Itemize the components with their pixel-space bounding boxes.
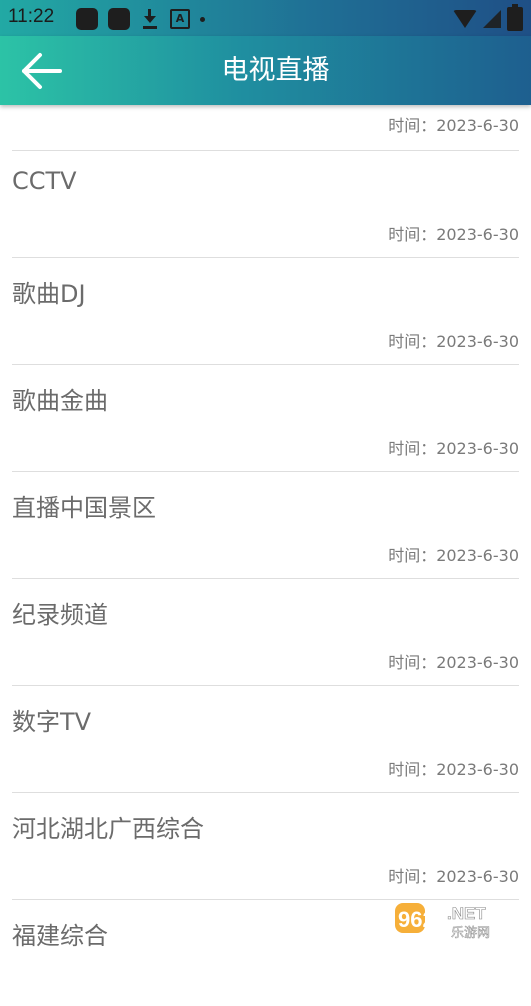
item-title: 数字TV — [12, 708, 92, 736]
arrow-left-icon — [22, 53, 62, 89]
item-title: 歌曲DJ — [12, 280, 86, 308]
back-button[interactable] — [18, 51, 66, 91]
list-item[interactable]: 河北湖北广西综合 时间：2023-6-30 — [12, 793, 519, 900]
app-notification-icon — [76, 8, 98, 30]
item-time: 时间：2023-6-30 — [388, 439, 519, 458]
list-item[interactable]: 歌曲DJ 时间：2023-6-30 — [12, 258, 519, 365]
list-item[interactable]: 歌曲金曲 时间：2023-6-30 — [12, 365, 519, 472]
download-icon — [140, 8, 160, 30]
watermark-sub: 乐游网 — [451, 926, 490, 941]
list-item-partial[interactable]: 时间：2023-6-30 — [12, 105, 519, 151]
cell-signal-icon — [483, 10, 501, 28]
item-time: 时间：2023-6-30 — [388, 546, 519, 565]
status-bar: 11:22 A — [0, 0, 531, 36]
list-item[interactable]: 数字TV 时间：2023-6-30 — [12, 686, 519, 793]
item-time: 时间：2023-6-30 — [388, 760, 519, 779]
wifi-icon — [453, 10, 477, 28]
list-item[interactable]: CCTV 时间：2023-6-30 — [12, 151, 519, 258]
item-title: 歌曲金曲 — [12, 387, 108, 415]
item-time: 时间：2023-6-30 — [388, 332, 519, 351]
item-time: 时间：2023-6-30 — [388, 225, 519, 244]
item-title: 河北湖北广西综合 — [12, 815, 204, 843]
site-watermark-logo: 962 .NET 乐游网 — [395, 903, 490, 941]
a-badge-icon: A — [170, 9, 190, 29]
item-title: CCTV — [12, 167, 77, 195]
watermark-number: 962 — [398, 907, 435, 932]
status-time: 11:22 — [8, 6, 55, 27]
list-item[interactable]: 直播中国景区 时间：2023-6-30 — [12, 472, 519, 579]
item-time: 时间：2023-6-30 — [388, 867, 519, 886]
app-toolbar: 电视直播 — [0, 36, 531, 105]
system-icons — [453, 4, 523, 31]
app-notification-icon-2 — [108, 8, 130, 30]
notification-icons: A — [76, 8, 205, 30]
item-time: 时间：2023-6-30 — [388, 116, 519, 135]
page-title: 电视直播 — [221, 55, 330, 86]
channel-list: 时间：2023-6-30 CCTV 时间：2023-6-30 歌曲DJ 时间：2… — [0, 105, 531, 1006]
item-title: 福建综合 — [12, 922, 108, 950]
more-notifications-dot-icon — [200, 16, 205, 22]
item-title: 纪录频道 — [12, 601, 108, 629]
battery-icon — [507, 4, 523, 31]
item-title: 直播中国景区 — [12, 494, 156, 522]
item-time: 时间：2023-6-30 — [388, 653, 519, 672]
watermark-suffix: .NET — [447, 904, 486, 923]
list-item[interactable]: 纪录频道 时间：2023-6-30 — [12, 579, 519, 686]
